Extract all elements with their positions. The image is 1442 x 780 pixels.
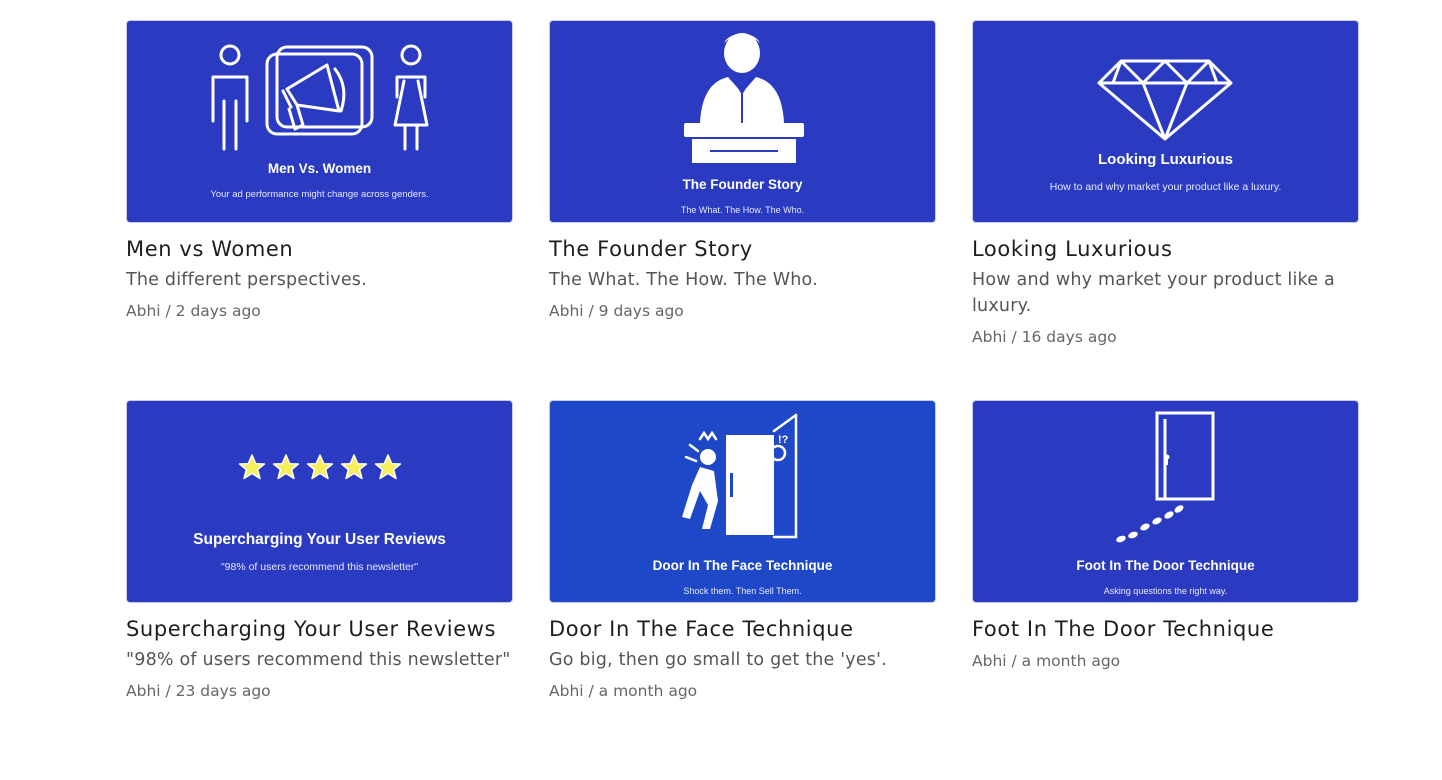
thumbnail-title: The Founder Story	[682, 177, 803, 192]
thumbnail-title: Men Vs. Women	[267, 161, 372, 176]
meta-separator: /	[160, 302, 176, 320]
post-card: The Founder Story The What. The How. The…	[549, 20, 936, 400]
thumbnail-title: Supercharging Your User Reviews	[193, 531, 446, 548]
post-time: 2 days ago	[175, 302, 261, 320]
post-time: 16 days ago	[1021, 328, 1117, 346]
post-card: Men Vs. Women Your ad performance might …	[126, 20, 513, 400]
post-description: The different perspectives.	[126, 270, 367, 290]
post-meta: Abhi / a month ago	[549, 682, 936, 700]
post-author[interactable]: Abhi	[126, 302, 161, 320]
post-title[interactable]: Foot In The Door Technique	[972, 617, 1359, 641]
post-thumbnail[interactable]: !? Door In The Face Technique Shock them…	[549, 400, 936, 603]
post-description: Go big, then go small to get the 'yes'.	[549, 650, 887, 670]
post-time: a month ago	[1021, 652, 1121, 670]
thumbnail-title: Foot In The Door Technique	[1076, 558, 1255, 573]
post-thumbnail[interactable]: Supercharging Your User Reviews "98% of …	[126, 400, 513, 603]
post-card: !? Door In The Face Technique Shock them…	[549, 400, 936, 780]
post-title[interactable]: Men vs Women	[126, 237, 513, 261]
meta-separator: /	[1006, 652, 1022, 670]
thumbnail-subtitle: Asking questions the right way.	[1103, 586, 1228, 596]
meta-separator: /	[1006, 328, 1022, 346]
svg-text:!?: !?	[778, 434, 789, 446]
post-description: "98% of users recommend this newsletter"	[126, 650, 511, 670]
thumbnail-subtitle: Your ad performance might change across …	[210, 189, 429, 200]
post-description: The What. The How. The Who.	[549, 270, 818, 290]
meta-separator: /	[583, 682, 599, 700]
post-description: How and why market your product like a l…	[972, 270, 1335, 316]
post-author[interactable]: Abhi	[549, 682, 584, 700]
post-time: 9 days ago	[598, 302, 684, 320]
post-author[interactable]: Abhi	[972, 328, 1007, 346]
post-meta: Abhi / a month ago	[972, 652, 1359, 670]
post-title[interactable]: Supercharging Your User Reviews	[126, 617, 513, 641]
post-thumbnail[interactable]: Men Vs. Women Your ad performance might …	[126, 20, 513, 223]
post-thumbnail[interactable]: Looking Luxurious How to and why market …	[972, 20, 1359, 223]
thumbnail-subtitle: "98% of users recommend this newsletter"	[220, 561, 419, 573]
post-time: 23 days ago	[175, 682, 271, 700]
post-title[interactable]: The Founder Story	[549, 237, 936, 261]
post-time: a month ago	[598, 682, 698, 700]
post-meta: Abhi / 2 days ago	[126, 302, 513, 320]
post-title[interactable]: Looking Luxurious	[972, 237, 1359, 261]
post-meta: Abhi / 16 days ago	[972, 328, 1359, 346]
post-thumbnail[interactable]: Foot In The Door Technique Asking questi…	[972, 400, 1359, 603]
post-author[interactable]: Abhi	[549, 302, 584, 320]
meta-separator: /	[583, 302, 599, 320]
thumbnail-subtitle: Shock them. Then Sell Them.	[683, 586, 802, 596]
thumbnail-subtitle: How to and why market your product like …	[1049, 181, 1282, 193]
post-meta: Abhi / 23 days ago	[126, 682, 513, 700]
post-card: Supercharging Your User Reviews "98% of …	[126, 400, 513, 780]
post-author[interactable]: Abhi	[126, 682, 161, 700]
post-title[interactable]: Door In The Face Technique	[549, 617, 936, 641]
meta-separator: /	[160, 682, 176, 700]
post-grid: Men Vs. Women Your ad performance might …	[126, 20, 1359, 780]
post-card: Foot In The Door Technique Asking questi…	[972, 400, 1359, 780]
thumbnail-title: Looking Luxurious	[1098, 151, 1233, 168]
post-thumbnail[interactable]: The Founder Story The What. The How. The…	[549, 20, 936, 223]
post-card: Looking Luxurious How to and why market …	[972, 20, 1359, 400]
thumbnail-title: Door In The Face Technique	[652, 558, 833, 573]
post-author[interactable]: Abhi	[972, 652, 1007, 670]
post-meta: Abhi / 9 days ago	[549, 302, 936, 320]
thumbnail-subtitle: The What. The How. The Who.	[680, 205, 805, 215]
